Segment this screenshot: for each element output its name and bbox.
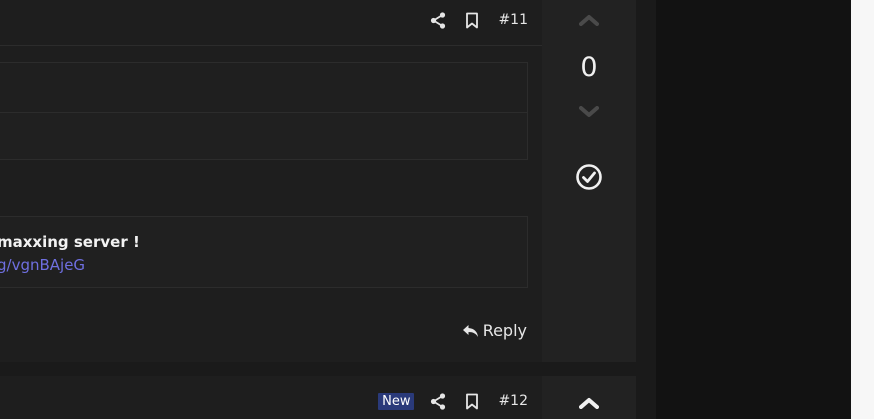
post-number[interactable]: #11 <box>498 12 528 28</box>
post-body: New #12 <box>0 376 542 419</box>
chevron-up-icon[interactable] <box>577 12 601 28</box>
vote-count: 0 <box>580 52 598 83</box>
vote-sidebar: 0 <box>542 0 636 362</box>
quote-header <box>0 63 527 113</box>
bookmark-icon[interactable] <box>464 392 480 410</box>
post-11: #11 maxxing server ! g/vgnBAjeG Reply 0 <box>0 0 636 362</box>
message-text: maxxing server ! <box>0 233 140 251</box>
post-number[interactable]: #12 <box>498 393 528 409</box>
divider <box>0 45 542 46</box>
reply-label: Reply <box>482 321 527 340</box>
share-icon[interactable] <box>430 11 446 29</box>
post-actions: New #12 <box>378 391 528 411</box>
thread-column: #11 maxxing server ! g/vgnBAjeG Reply 0 … <box>0 0 656 419</box>
chevron-down-icon[interactable] <box>577 104 601 120</box>
post-body: #11 maxxing server ! g/vgnBAjeG Reply <box>0 0 542 362</box>
chevron-up-icon[interactable] <box>577 395 601 411</box>
vote-sidebar <box>542 376 636 419</box>
message-link[interactable]: g/vgnBAjeG <box>0 256 85 274</box>
reply-icon <box>462 324 478 337</box>
right-panel <box>656 0 851 419</box>
post-actions: #11 <box>430 10 528 30</box>
bookmark-icon[interactable] <box>464 11 480 29</box>
check-circle-icon[interactable] <box>574 162 604 192</box>
quote-block <box>0 62 528 160</box>
reply-button[interactable]: Reply <box>462 321 527 340</box>
post-12: New #12 <box>0 376 636 419</box>
message-block: maxxing server ! g/vgnBAjeG <box>0 216 528 288</box>
new-badge: New <box>378 392 415 410</box>
page-edge <box>851 0 874 419</box>
share-icon[interactable] <box>430 392 446 410</box>
